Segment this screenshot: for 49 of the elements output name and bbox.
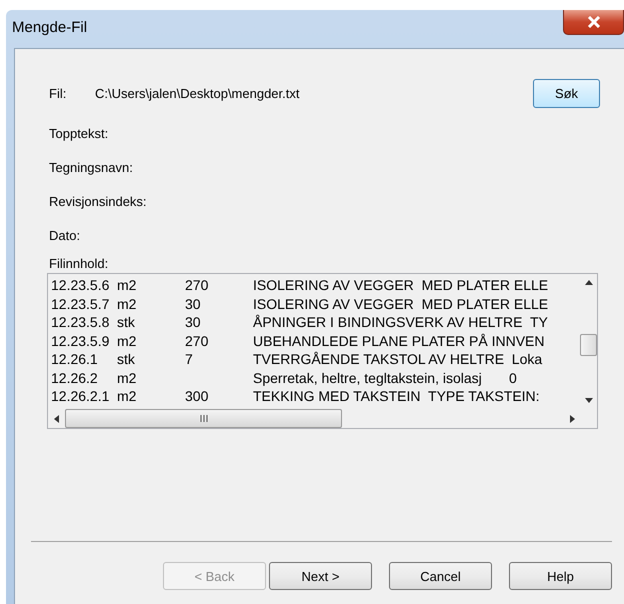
field-label: Dato: [49,228,80,242]
quantity-cell-text: 30 [185,314,202,330]
description-cell-text: Sperretak, heltre, tegltakstein, isolasj 0 [253,370,518,386]
window-title: Mengde-Fil [12,19,88,36]
quantity-cell-text: 7 [185,351,194,368]
wizard-button[interactable]: Cancel [389,562,492,590]
code-cell-text: 12.26.2 [51,370,99,386]
scroll-up-arrow-icon[interactable] [584,280,592,285]
description-cell-text: ÅPNINGER I BINDINGSVERK AV HELTRE TY [253,314,549,330]
quantity-cell-text: 270 [185,332,210,349]
grip-icon [200,415,208,422]
quantity-cell-text: 30 [185,296,202,312]
code-cell-text: 12.23.5.8 [51,314,110,330]
unit-cell-text: stk [117,314,136,330]
file-content-list[interactable] [47,273,598,429]
description-cell-text: ISOLERING AV VEGGER MED PLATER ELLE [253,296,550,312]
search-button[interactable]: Søk [533,79,600,108]
scroll-left-arrow-icon[interactable] [54,414,59,422]
close-button[interactable] [563,10,624,35]
description-cell-text: TEKKING MED TAKSTEIN TYPE TAKSTEIN: [253,388,541,404]
unit-cell-text: m2 [117,388,138,404]
unit-cell-text: m2 [117,296,138,312]
description-cell-text: UBEHANDLEDE PLANE PLATER PÅ INNVEN [253,332,546,349]
horizontal-scroll-thumb[interactable] [65,409,342,428]
content-label: Filinnhold: [49,256,108,271]
code-cell-text: 12.26.2.1 [51,388,110,404]
unit-cell-text: m2 [117,370,138,386]
field-label: Tegningsnavn: [49,160,133,174]
code-cell-text: 12.23.5.7 [51,296,110,312]
code-cell-text: 12.26.1 [51,351,99,368]
close-icon [586,16,600,28]
field-label: Topptekst: [49,126,108,140]
quantity-cell-text: 300 [185,388,210,404]
file-label: Fil: [49,86,68,101]
code-cell-text: 12.23.5.6 [51,277,110,294]
description-cell-text: ISOLERING AV VEGGER MED PLATER ELLE [253,277,550,294]
scroll-down-arrow-icon[interactable] [584,398,592,403]
unit-cell-text: stk [117,351,136,368]
field-label: Revisjonsindeks: [49,194,147,208]
vertical-scroll-thumb[interactable] [580,334,597,356]
scroll-right-arrow-icon[interactable] [570,414,575,422]
wizard-button[interactable]: Next > [269,562,372,590]
unit-cell-text: m2 [117,277,138,294]
description-cell-text: TVERRGÅENDE TAKSTOL AV HELTRE Loka [253,351,544,368]
file-path: C:\Users\jalen\Desktop\mengder.txt [95,86,300,101]
quantity-cell-text: 270 [185,277,210,294]
code-cell-text: 12.23.5.9 [51,332,110,349]
unit-cell-text: m2 [117,332,138,349]
wizard-button[interactable]: Help [509,562,612,590]
